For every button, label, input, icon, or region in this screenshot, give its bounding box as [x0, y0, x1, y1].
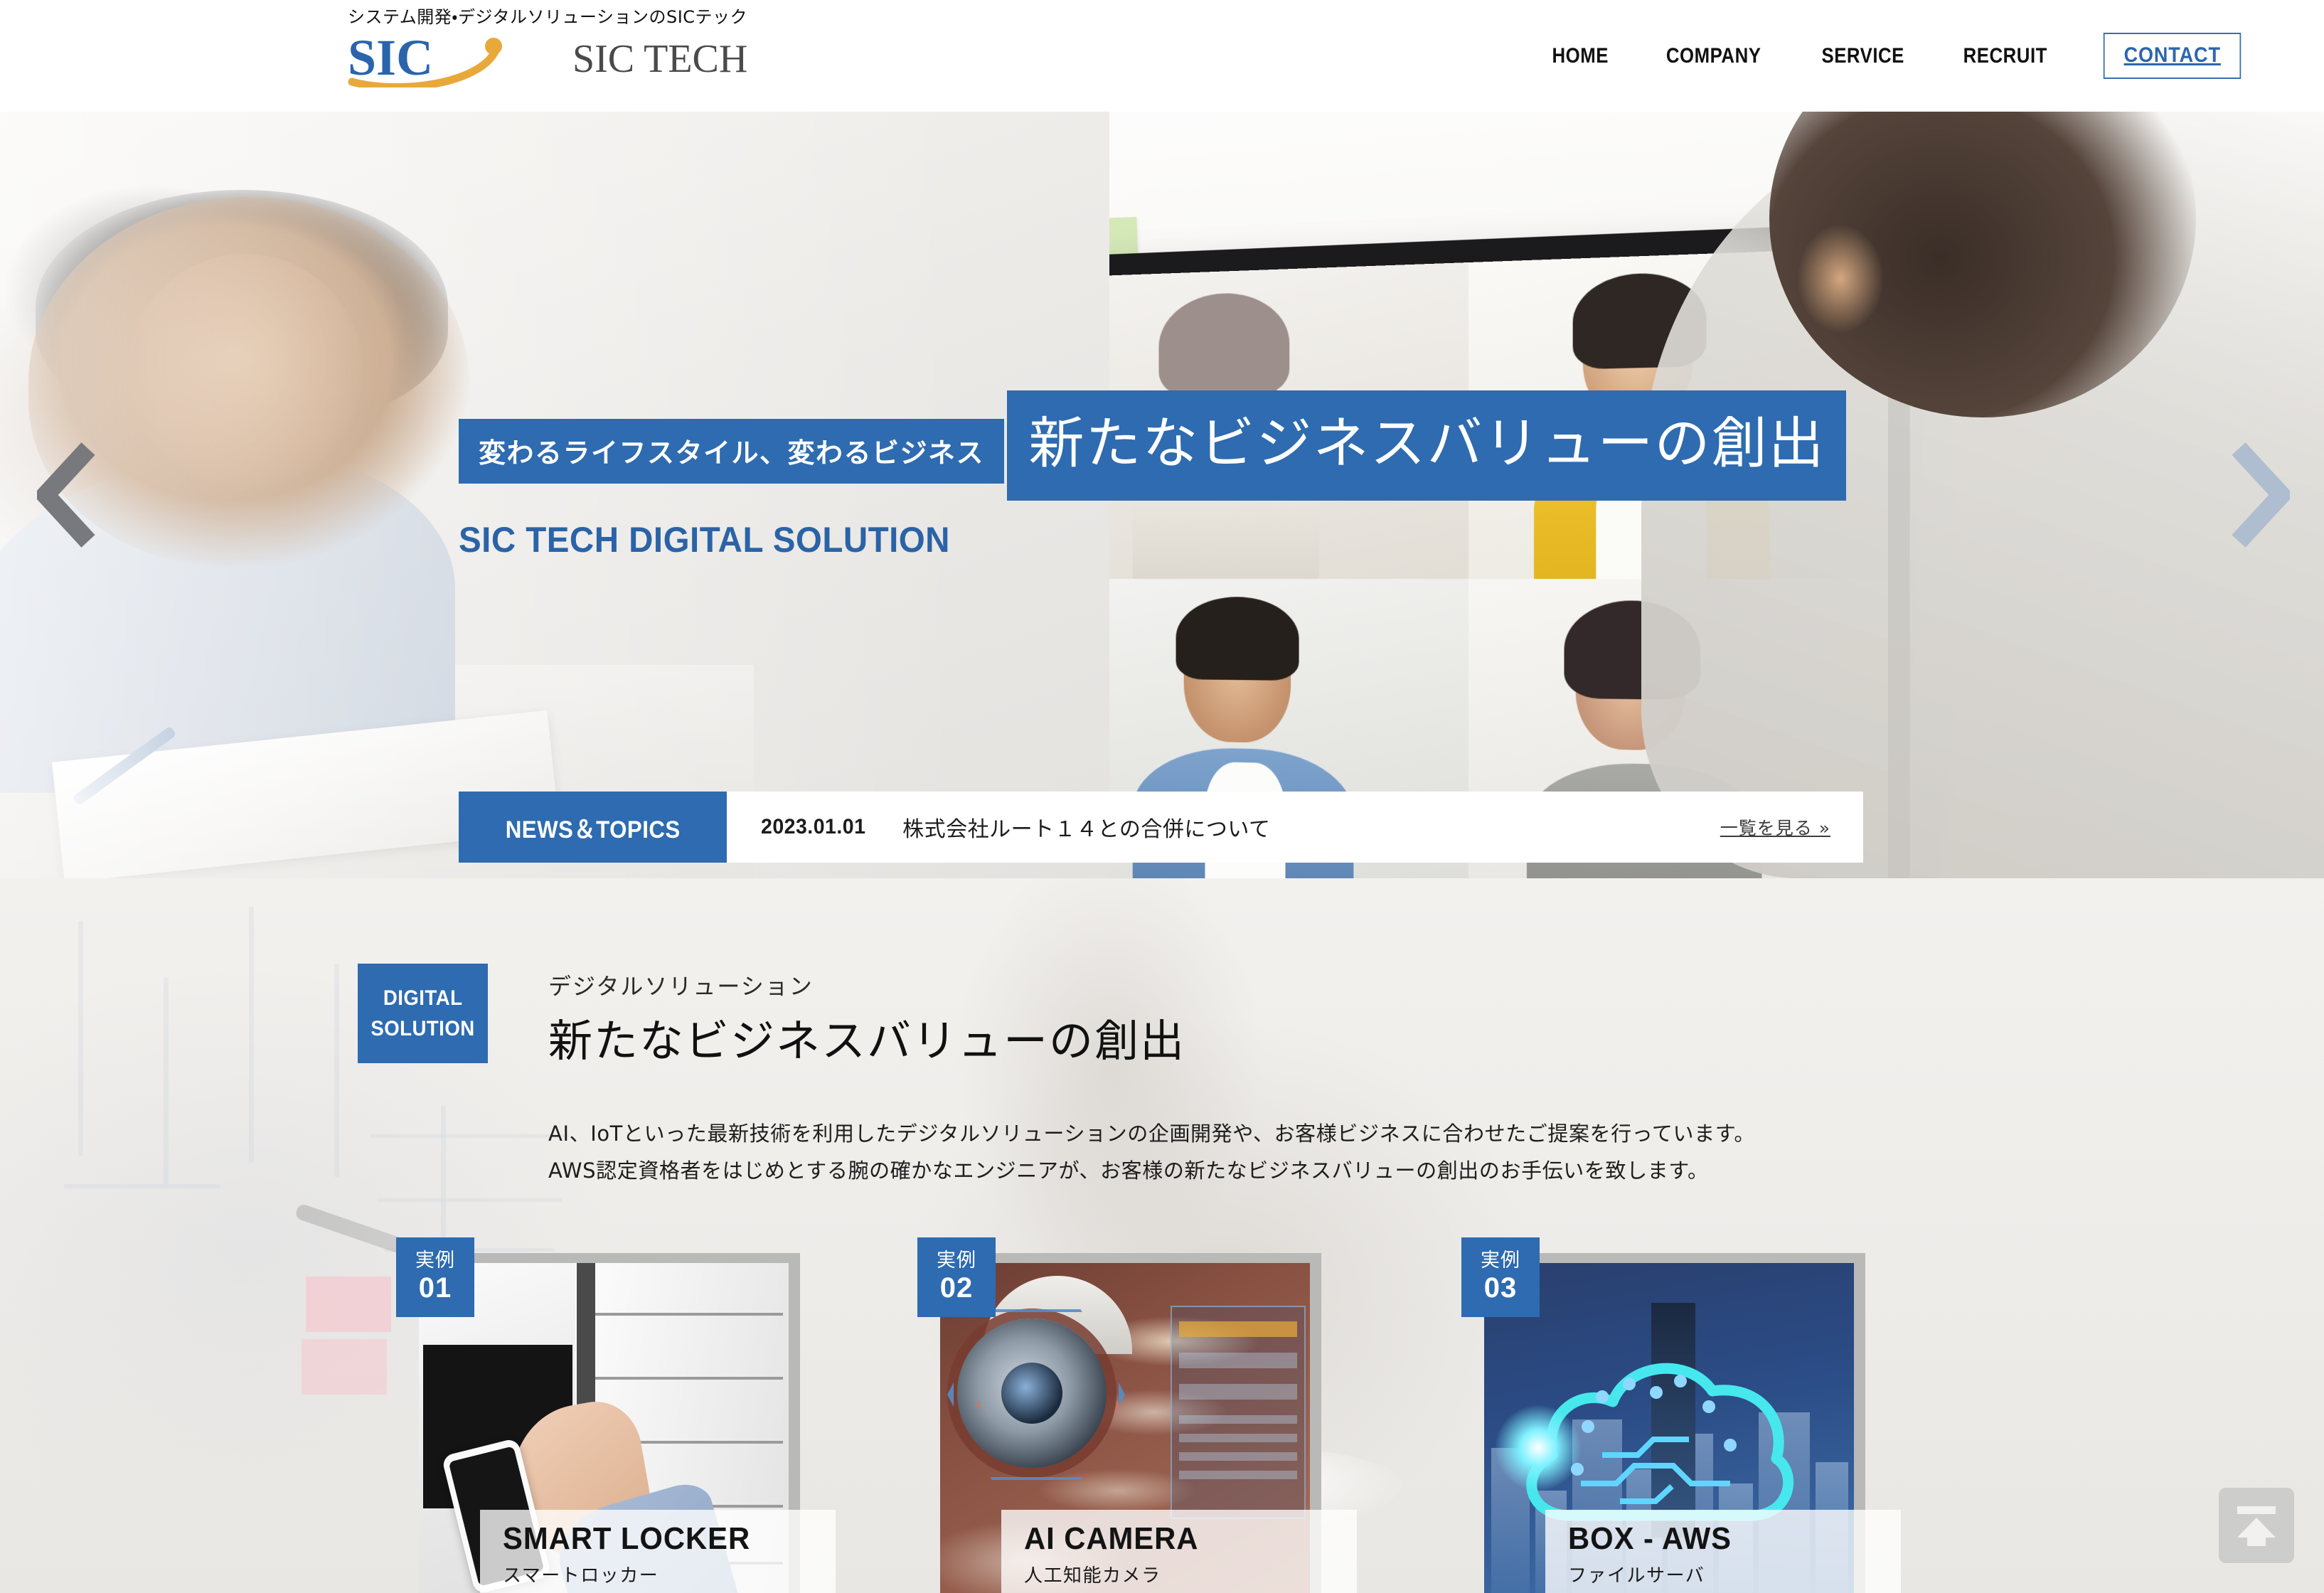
section-heading-block: デジタルソリューション 新たなビジネスバリューの創出 — [548, 969, 1185, 1065]
svg-text:SIC: SIC — [348, 32, 433, 86]
main-navigation: HOME COMPANY SERVICE RECRUIT CONTACT — [1525, 0, 2249, 112]
card-badge-label: 実例 — [415, 1250, 455, 1272]
news-title[interactable]: 株式会社ルート１４との合併について — [902, 811, 1270, 843]
section-eyebrow: デジタルソリューション — [548, 973, 814, 1000]
news-label: NEWS＆TOPICS — [459, 792, 727, 863]
card-badge: 実例 02 — [917, 1237, 996, 1317]
section-badge-line2: SOLUTION — [371, 1017, 475, 1040]
sic-logo-mark: SIC — [348, 32, 502, 87]
contact-button[interactable]: CONTACT — [2103, 33, 2242, 79]
section-title: 新たなビジネスバリューの創出 — [548, 1015, 1186, 1067]
case-card[interactable]: 実例 02 AI CAMERA 人工知能カメラ — [917, 1237, 1358, 1593]
card-badge-number: 03 — [1483, 1272, 1518, 1304]
news-item[interactable]: 2023.01.01 株式会社ルート１４との合併について 一覧を見る » — [727, 792, 1863, 863]
card-badge-number: 01 — [418, 1272, 452, 1304]
news-label-text: NEWS＆TOPICS — [505, 816, 681, 843]
nav-item-home[interactable]: HOME — [1533, 44, 1629, 68]
chevron-right-icon[interactable] — [2226, 442, 2290, 548]
sic-tech-wordmark: SIC TECH — [572, 37, 747, 81]
case-card[interactable]: 実例 03 BOX - AWS ファイルサーバ — [1461, 1237, 1902, 1593]
card-title-en: BOX - AWS — [1568, 1521, 1732, 1556]
news-more-link[interactable]: 一覧を見る » — [1720, 814, 1830, 840]
arrow-up-to-line-icon — [2237, 1506, 2276, 1546]
section-lead-line-2: AWS認定資格者をはじめとする腕の確かなエンジニアが、お客様の新たなビジネスバリ… — [548, 1158, 1709, 1183]
card-badge: 実例 03 — [1461, 1237, 1540, 1317]
card-badge-number: 02 — [939, 1272, 974, 1304]
card-title-en: AI CAMERA — [1024, 1521, 1199, 1556]
site-header: システム開発・デジタルソリューションのSICテック SIC SIC TECH H… — [0, 0, 2324, 112]
hero-title: 新たなビジネスバリューの創出 — [1007, 390, 1847, 501]
homepage: システム開発・デジタルソリューションのSICテック SIC SIC TECH H… — [0, 0, 2324, 1593]
section-lead-text: AI、IoTといった最新技術を利用したデジタルソリューションの企画開発や、お客様… — [548, 1116, 1755, 1189]
svg-text:SIC TECH: SIC TECH — [572, 37, 747, 81]
nav-item-recruit[interactable]: RECRUIT — [1944, 44, 2067, 68]
card-caption: AI CAMERA 人工知能カメラ — [1001, 1510, 1357, 1593]
site-logo[interactable]: SIC SIC TECH — [348, 32, 786, 87]
scroll-to-top-button[interactable] — [2219, 1488, 2294, 1563]
news-topics-bar: NEWS＆TOPICS 2023.01.01 株式会社ルート１４との合併について… — [459, 792, 1863, 863]
brand-block[interactable]: システム開発・デジタルソリューションのSICテック SIC SIC TECH — [348, 3, 786, 87]
hero-slider: 変わるライフスタイル、変わるビジネス 新たなビジネスバリューの創出 SIC TE… — [0, 112, 2324, 878]
section-badge-line1: DIGITAL — [383, 986, 463, 1010]
hero-subtitle: SIC TECH DIGITAL SOLUTION — [459, 519, 950, 560]
card-badge: 実例 01 — [396, 1237, 474, 1317]
case-card[interactable]: 実例 01 SMART LOCKER スマートロッカー — [396, 1237, 837, 1593]
hero-kicker: 変わるライフスタイル、変わるビジネス — [459, 419, 1005, 484]
chevron-left-icon[interactable] — [37, 442, 101, 548]
section-lead-line-1: AI、IoTといった最新技術を利用したデジタルソリューションの企画開発や、お客様… — [548, 1122, 1756, 1146]
site-tagline: システム開発・デジタルソリューションのSICテック — [348, 7, 748, 27]
case-card-list: 実例 01 SMART LOCKER スマートロッカー 実例 02 AI CAM… — [0, 1237, 2324, 1593]
card-badge-label: 実例 — [937, 1250, 976, 1272]
card-title-jp: 人工知能カメラ — [1024, 1565, 1161, 1587]
nav-item-company[interactable]: COMPANY — [1647, 44, 1781, 68]
section-badge: DIGITAL SOLUTION — [358, 964, 488, 1063]
card-caption: SMART LOCKER スマートロッカー — [480, 1510, 836, 1593]
news-date: 2023.01.01 — [761, 815, 866, 838]
nav-item-service[interactable]: SERVICE — [1802, 44, 1924, 68]
card-badge-label: 実例 — [1481, 1250, 1520, 1272]
hero-copy: 変わるライフスタイル、変わるビジネス 新たなビジネスバリューの創出 SIC TE… — [459, 376, 1847, 560]
card-title-jp: スマートロッカー — [503, 1565, 659, 1587]
card-title-en: SMART LOCKER — [503, 1521, 751, 1556]
card-caption: BOX - AWS ファイルサーバ — [1545, 1510, 1901, 1593]
card-title-jp: ファイルサーバ — [1568, 1565, 1705, 1587]
